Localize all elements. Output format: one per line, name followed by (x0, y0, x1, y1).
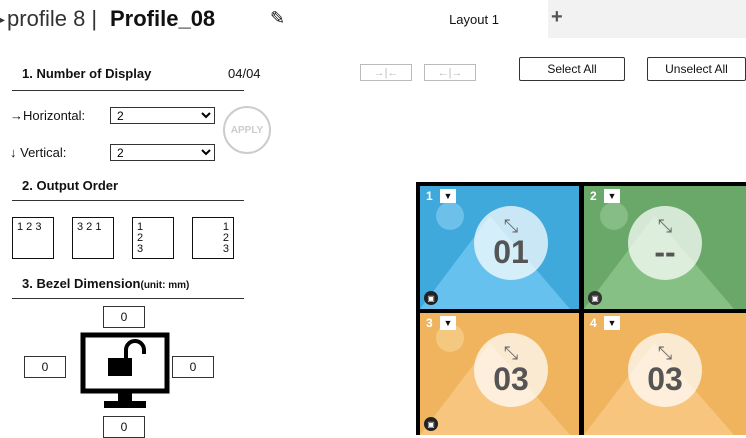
apply-button[interactable]: APPLY (223, 106, 271, 154)
expand-icon[interactable]: ⤡ (504, 344, 518, 362)
merge-arrows-icon: →|← (373, 66, 399, 79)
chevron-down-icon[interactable]: ▼ (604, 189, 620, 203)
split-horizontal-button[interactable]: ←|→ (424, 64, 476, 81)
order-text: 3 2 1 (77, 221, 102, 233)
film-icon[interactable]: ▣ (424, 417, 438, 431)
monitor-lock-icon (80, 332, 170, 408)
output-order-title: 2. Output Order (22, 178, 119, 193)
output-order-option-1[interactable]: 1 2 3 (12, 217, 54, 259)
expand-icon[interactable]: ⤡ (658, 217, 672, 235)
source-badge: ⤡ 03 (628, 333, 702, 407)
number-of-display-title: 1. Number of Display (22, 66, 152, 81)
pencil-icon[interactable]: ✎ (270, 8, 285, 29)
display-grid: 1 ▼ ⤡ 01 ▣ 2 ▼ ⤡ -- ▣ 3 ▼ ⤡ 03 ▣ 4 ▼ ⤡ 03 (416, 182, 746, 435)
divider (12, 90, 244, 91)
split-arrows-icon: ←|→ (437, 66, 463, 79)
display-index: 4 (590, 316, 597, 330)
display-cell-2[interactable]: 2 ▼ ⤡ -- ▣ (584, 186, 746, 309)
bezel-title-text: 3. Bezel Dimension (22, 276, 141, 291)
horizontal-label: Horizontal: (23, 108, 86, 123)
horizontal-label-row: →Horizontal: (10, 108, 85, 123)
chevron-down-icon[interactable]: ▼ (440, 189, 456, 203)
horizontal-select[interactable]: 2 (110, 107, 215, 124)
source-number: 03 (493, 361, 529, 397)
bezel-dimension-title: 3. Bezel Dimension(unit: mm) (22, 276, 189, 291)
film-icon[interactable]: ▣ (588, 291, 602, 305)
source-number: -- (654, 234, 676, 270)
order-text: 3 (222, 243, 229, 255)
display-cell-4[interactable]: 4 ▼ ⤡ 03 (584, 313, 746, 435)
arrow-down-icon: ↓ (10, 145, 21, 160)
order-text: 1 2 3 (17, 221, 42, 233)
chevron-down-icon[interactable]: ▼ (440, 316, 456, 330)
display-cell-1[interactable]: 1 ▼ ⤡ 01 ▣ (420, 186, 579, 309)
bezel-right-input[interactable]: 0 (172, 356, 214, 378)
film-icon[interactable]: ▣ (424, 291, 438, 305)
divider (12, 200, 244, 201)
source-number: 03 (647, 361, 683, 397)
display-index: 2 (590, 189, 597, 203)
output-order-option-4[interactable]: 123 (192, 217, 234, 259)
chevron-down-icon[interactable]: ▼ (604, 316, 620, 330)
merge-horizontal-button[interactable]: →|← (360, 64, 412, 81)
display-index: 3 (426, 316, 433, 330)
add-tab-button[interactable]: + (551, 6, 563, 29)
source-badge: ⤡ -- (628, 206, 702, 280)
bezel-unit: (unit: mm) (140, 280, 190, 291)
arrow-right-icon: → (10, 108, 23, 123)
profile-label: profile 8 | (7, 6, 98, 31)
divider (12, 298, 244, 299)
output-order-option-2[interactable]: 3 2 1 (72, 217, 114, 259)
bezel-top-input[interactable]: 0 (103, 306, 145, 328)
expand-triangle-icon[interactable]: ▸ (0, 15, 5, 26)
vertical-select[interactable]: 2 (110, 144, 215, 161)
unselect-all-button[interactable]: Unselect All (647, 57, 746, 81)
source-badge: ⤡ 01 (474, 206, 548, 280)
display-index: 1 (426, 189, 433, 203)
profile-prefix: ▸profile 8 | (0, 6, 97, 32)
output-order-option-3[interactable]: 123 (132, 217, 174, 259)
display-count: 04/04 (228, 66, 261, 81)
tab-layout-1[interactable]: Layout 1 (400, 0, 548, 38)
vertical-label: Vertical: (20, 145, 67, 160)
order-text: 3 (137, 243, 144, 255)
display-cell-3[interactable]: 3 ▼ ⤡ 03 ▣ (420, 313, 579, 435)
vertical-label-row: ↓ Vertical: (10, 145, 66, 160)
expand-icon[interactable]: ⤡ (504, 217, 518, 235)
profile-name: Profile_08 (110, 6, 216, 31)
source-number: 01 (493, 234, 529, 270)
expand-icon[interactable]: ⤡ (658, 344, 672, 362)
bezel-left-input[interactable]: 0 (24, 356, 66, 378)
select-all-button[interactable]: Select All (519, 57, 625, 81)
source-badge: ⤡ 03 (474, 333, 548, 407)
